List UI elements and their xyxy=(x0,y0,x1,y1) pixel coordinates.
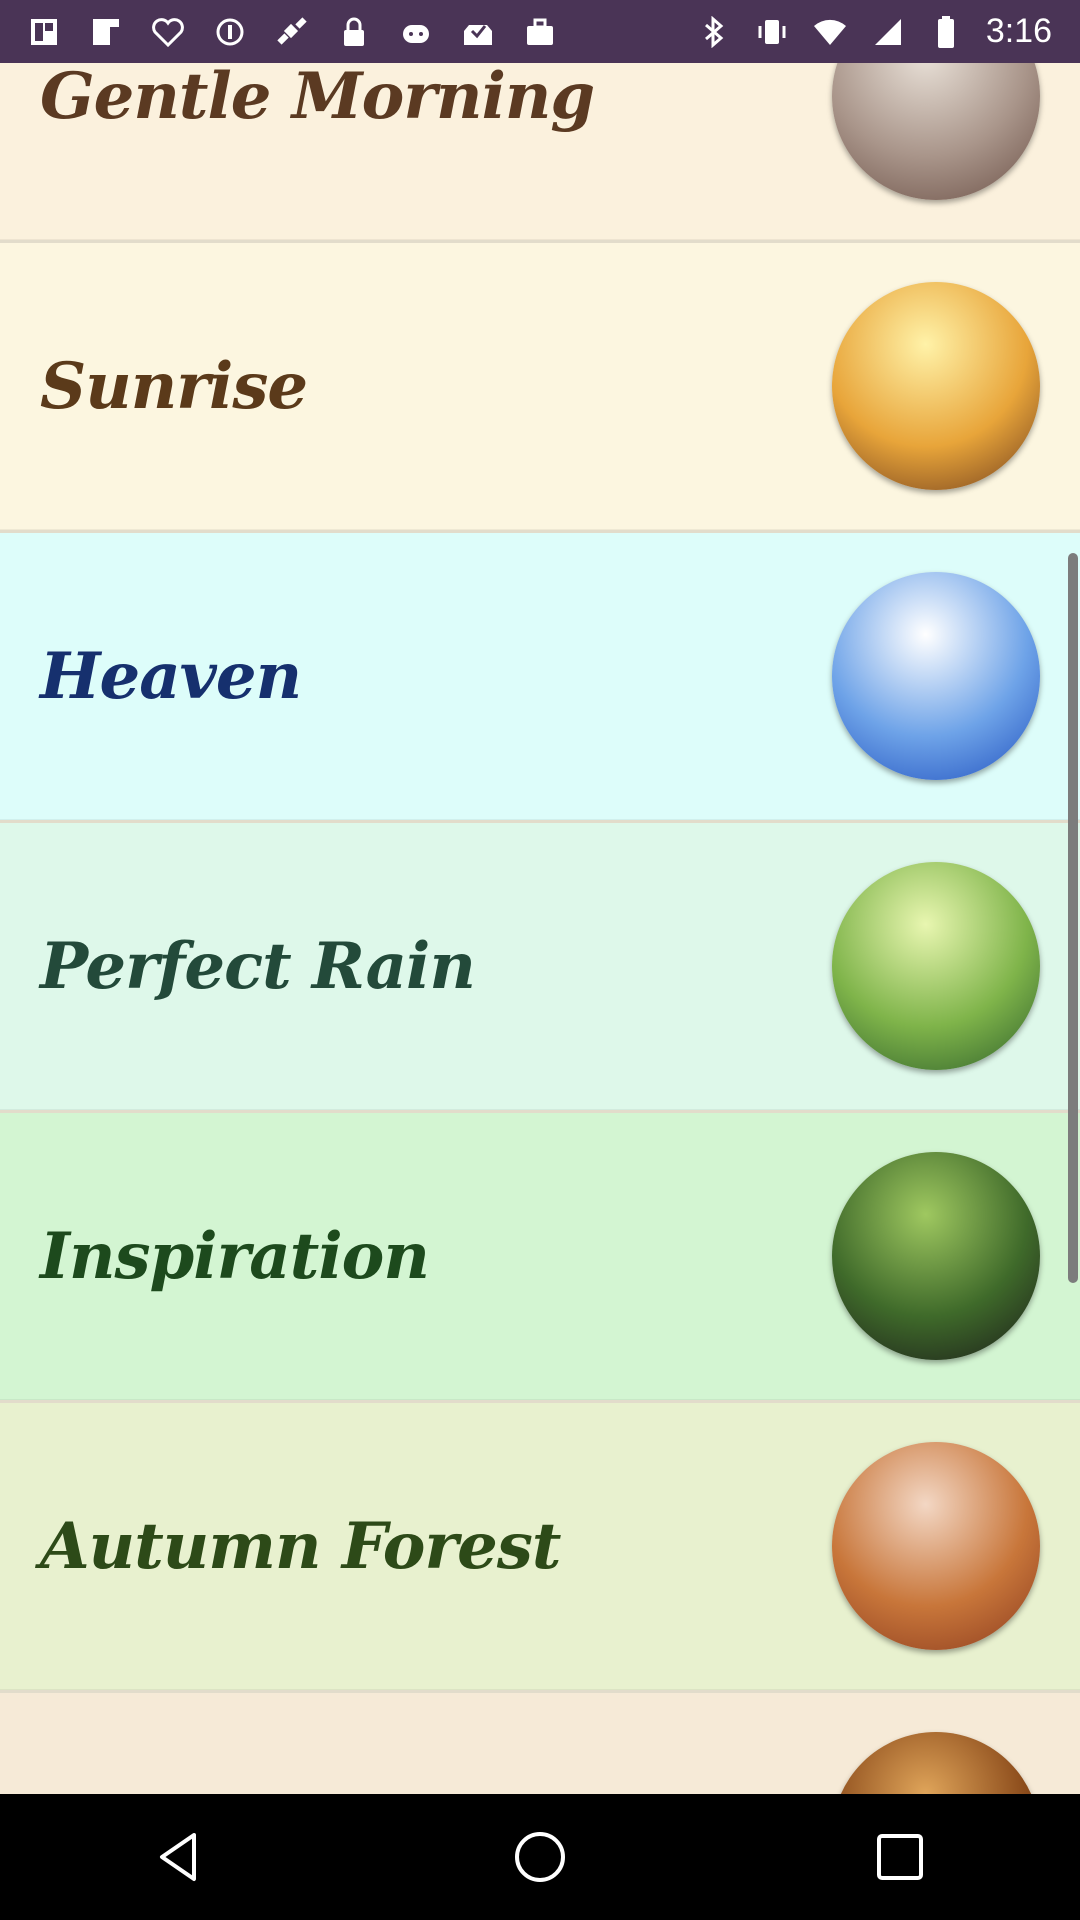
info-icon xyxy=(212,14,248,50)
inbox-icon xyxy=(460,14,496,50)
image-icon xyxy=(26,14,62,50)
sound-thumbnail xyxy=(832,282,1040,490)
list-item[interactable]: Sunrise xyxy=(0,243,1080,533)
list-item[interactable]: Gentle Morning xyxy=(0,63,1080,243)
sound-title: Autumn Forest xyxy=(40,1509,561,1584)
navigation-bar xyxy=(0,1794,1080,1920)
list-item[interactable]: Perfect Rain xyxy=(0,823,1080,1113)
sound-list[interactable]: Gentle Morning Sunrise Heaven Perfect Rain I… xyxy=(0,63,1080,1794)
sound-thumbnail xyxy=(832,1442,1040,1650)
back-icon[interactable] xyxy=(135,1812,225,1902)
sound-list-items: Gentle Morning Sunrise Heaven Perfect Rain I… xyxy=(0,63,1080,1794)
list-item[interactable]: Serenity xyxy=(0,1693,1080,1794)
notification-icons xyxy=(0,14,558,50)
recents-icon[interactable] xyxy=(855,1812,945,1902)
satellite-icon xyxy=(274,14,310,50)
vibrate-icon xyxy=(754,14,790,50)
bluetooth-icon xyxy=(696,14,732,50)
bag-icon xyxy=(522,14,558,50)
sound-title: Inspiration xyxy=(40,1219,430,1294)
flipboard-icon xyxy=(88,14,124,50)
signal-icon xyxy=(870,14,906,50)
scrollbar[interactable] xyxy=(1068,553,1078,1283)
sound-thumbnail xyxy=(832,572,1040,780)
status-bar: 3:16 xyxy=(0,0,1080,63)
sound-thumbnail xyxy=(832,1732,1040,1794)
sound-thumbnail xyxy=(832,63,1040,200)
wifi-icon xyxy=(812,14,848,50)
sound-title: Sunrise xyxy=(40,349,308,424)
sound-thumbnail xyxy=(832,862,1040,1070)
sound-title: Perfect Rain xyxy=(40,929,476,1004)
list-item[interactable]: Inspiration xyxy=(0,1113,1080,1403)
sound-title: Serenity xyxy=(40,1693,331,1794)
system-status: 3:16 xyxy=(696,12,1080,51)
sound-title: Heaven xyxy=(40,639,302,714)
list-item[interactable]: Autumn Forest xyxy=(0,1403,1080,1693)
sound-title: Gentle Morning xyxy=(40,63,595,134)
clock: 3:16 xyxy=(985,12,1052,50)
home-icon[interactable] xyxy=(495,1812,585,1902)
android-icon xyxy=(398,14,434,50)
iheartradio-icon xyxy=(150,14,186,50)
lock-icon xyxy=(336,14,372,50)
battery-icon xyxy=(928,14,964,50)
sound-thumbnail xyxy=(832,1152,1040,1360)
list-item[interactable]: Heaven xyxy=(0,533,1080,823)
